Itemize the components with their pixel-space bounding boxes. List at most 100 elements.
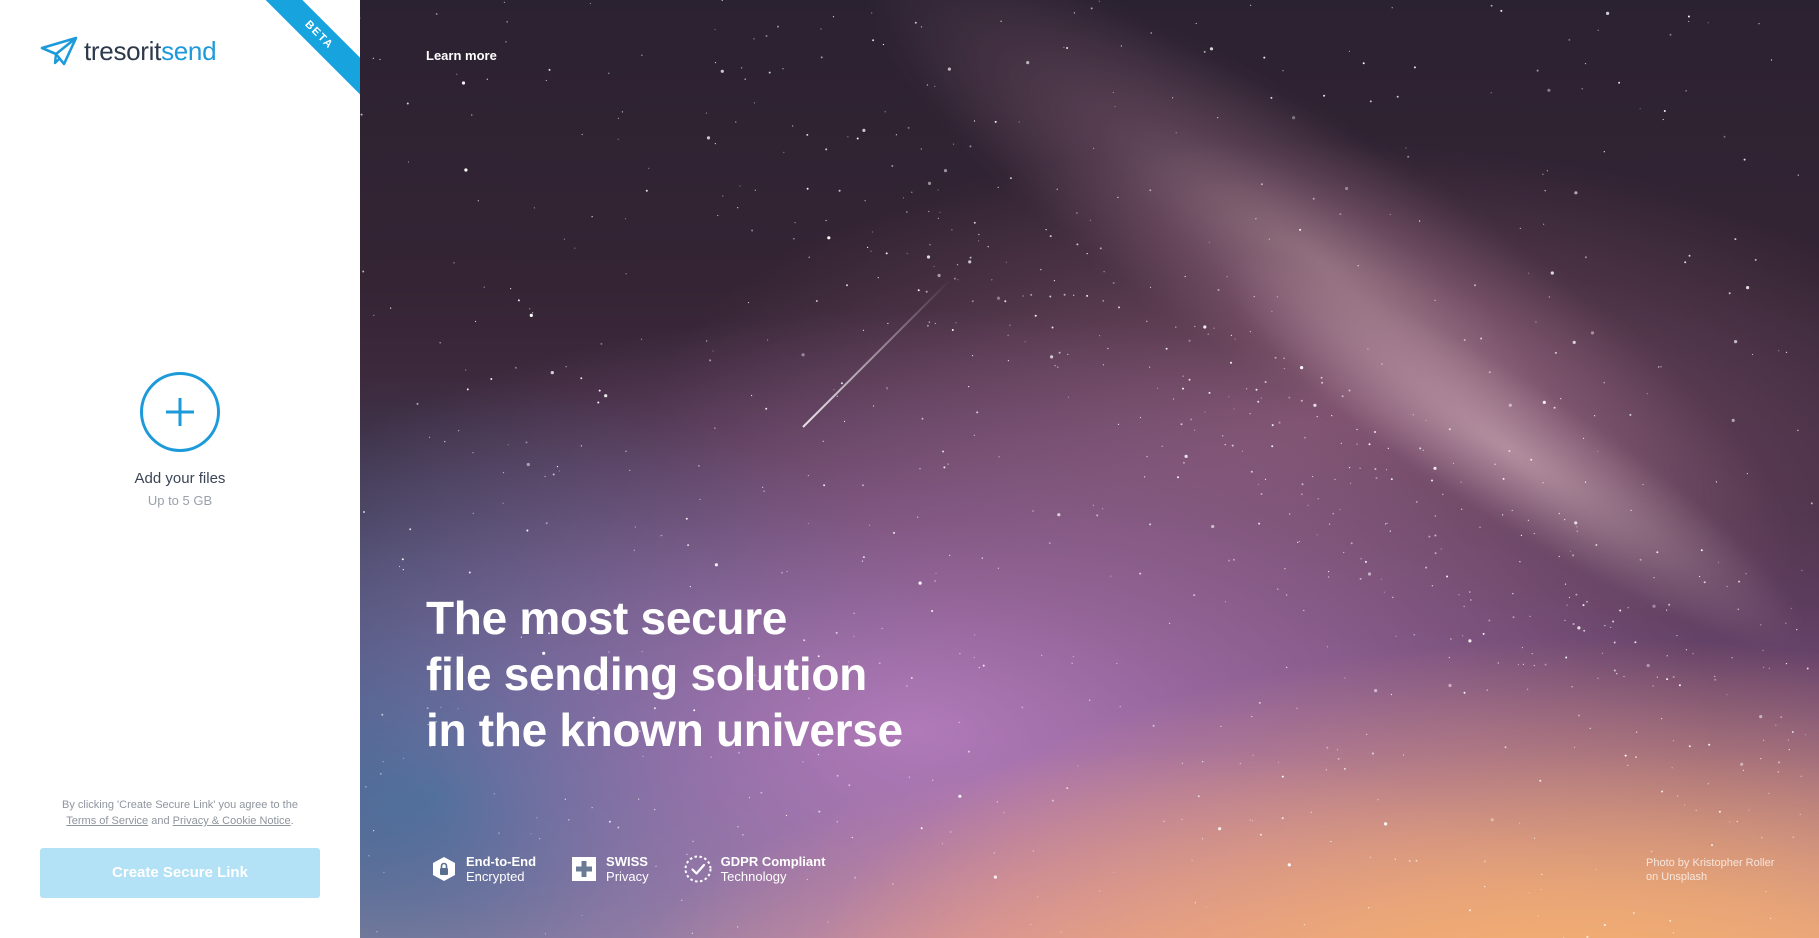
star — [514, 366, 517, 369]
star — [886, 386, 888, 389]
add-plus-icon[interactable] — [140, 372, 220, 452]
star — [1804, 734, 1807, 736]
star — [1146, 320, 1148, 322]
star — [1233, 408, 1235, 410]
star — [1589, 727, 1591, 729]
star — [1204, 411, 1206, 413]
star — [600, 342, 603, 345]
star — [926, 84, 929, 86]
star — [1277, 761, 1279, 764]
star — [748, 797, 751, 799]
star — [1613, 641, 1616, 644]
star — [1677, 795, 1679, 797]
star — [1584, 63, 1587, 65]
star — [1281, 817, 1284, 820]
star — [1368, 907, 1370, 909]
star — [398, 565, 401, 568]
star — [1572, 554, 1575, 557]
photo-credit-link[interactable]: Photo by Kristopher Roller on Unsplash — [1646, 856, 1786, 884]
star — [1434, 552, 1437, 555]
star — [687, 544, 690, 547]
star — [862, 128, 866, 132]
privacy-notice-link[interactable]: Privacy & Cookie Notice — [173, 815, 291, 827]
star — [1107, 347, 1109, 350]
star — [1778, 350, 1780, 352]
star — [1518, 822, 1521, 824]
star — [503, 1, 505, 3]
star — [617, 826, 620, 829]
star — [1743, 158, 1746, 161]
star — [1522, 663, 1524, 665]
star — [1558, 555, 1560, 558]
star — [1246, 388, 1248, 390]
star — [1250, 470, 1253, 473]
star — [1364, 560, 1367, 563]
logo[interactable]: tresoritsend — [40, 36, 217, 66]
add-files-dropzone[interactable]: Add your files Up to 5 GB — [0, 370, 360, 508]
star — [1241, 450, 1244, 452]
star — [1390, 693, 1392, 696]
star — [706, 136, 711, 140]
star — [765, 407, 768, 410]
star — [1446, 575, 1449, 578]
star — [1528, 272, 1530, 274]
star — [1761, 837, 1763, 839]
star — [1099, 247, 1102, 250]
star — [1161, 445, 1163, 447]
star — [1652, 685, 1654, 687]
star — [1603, 151, 1605, 153]
star — [490, 378, 493, 380]
star — [1740, 762, 1744, 766]
star — [510, 288, 512, 290]
star — [1034, 314, 1037, 317]
star — [1339, 508, 1341, 511]
star — [1271, 445, 1274, 448]
star — [1708, 743, 1711, 746]
star — [406, 102, 409, 105]
star — [1624, 754, 1627, 757]
star — [1395, 635, 1397, 637]
star — [1287, 863, 1291, 867]
star — [827, 236, 831, 240]
photo-credit-line-1: Photo by Kristopher Roller — [1646, 857, 1775, 869]
star — [1172, 97, 1174, 99]
star — [1452, 462, 1455, 464]
star — [861, 560, 864, 562]
star — [1566, 604, 1568, 606]
star — [1086, 253, 1088, 255]
add-files-limit: Up to 5 GB — [147, 493, 213, 508]
star — [737, 207, 739, 209]
star — [1770, 917, 1772, 920]
star — [1018, 121, 1020, 123]
star — [1224, 601, 1227, 603]
add-files-title: Add your files — [134, 470, 226, 487]
star — [973, 221, 976, 224]
star — [379, 58, 381, 61]
star — [1729, 821, 1731, 823]
star — [1208, 391, 1211, 394]
star — [840, 382, 843, 385]
star — [1332, 513, 1334, 515]
star — [1120, 45, 1122, 47]
feature-text: GDPR Compliant Technology — [721, 854, 826, 884]
star — [822, 440, 824, 442]
star — [381, 713, 384, 716]
star — [1076, 212, 1078, 214]
star — [1714, 675, 1716, 678]
star — [1110, 575, 1112, 577]
star — [714, 427, 716, 429]
star — [1005, 261, 1008, 263]
star — [506, 21, 508, 23]
star — [1202, 838, 1204, 840]
star — [1797, 174, 1799, 176]
star — [580, 377, 583, 380]
learn-more-link[interactable]: Learn more — [426, 48, 497, 63]
terms-of-service-link[interactable]: Terms of Service — [66, 815, 148, 827]
star — [1627, 764, 1629, 767]
star — [1384, 523, 1387, 525]
create-secure-link-button[interactable]: Create Secure Link — [40, 848, 320, 898]
star — [856, 137, 859, 140]
star — [937, 189, 939, 191]
star — [978, 233, 980, 236]
star — [957, 279, 959, 281]
